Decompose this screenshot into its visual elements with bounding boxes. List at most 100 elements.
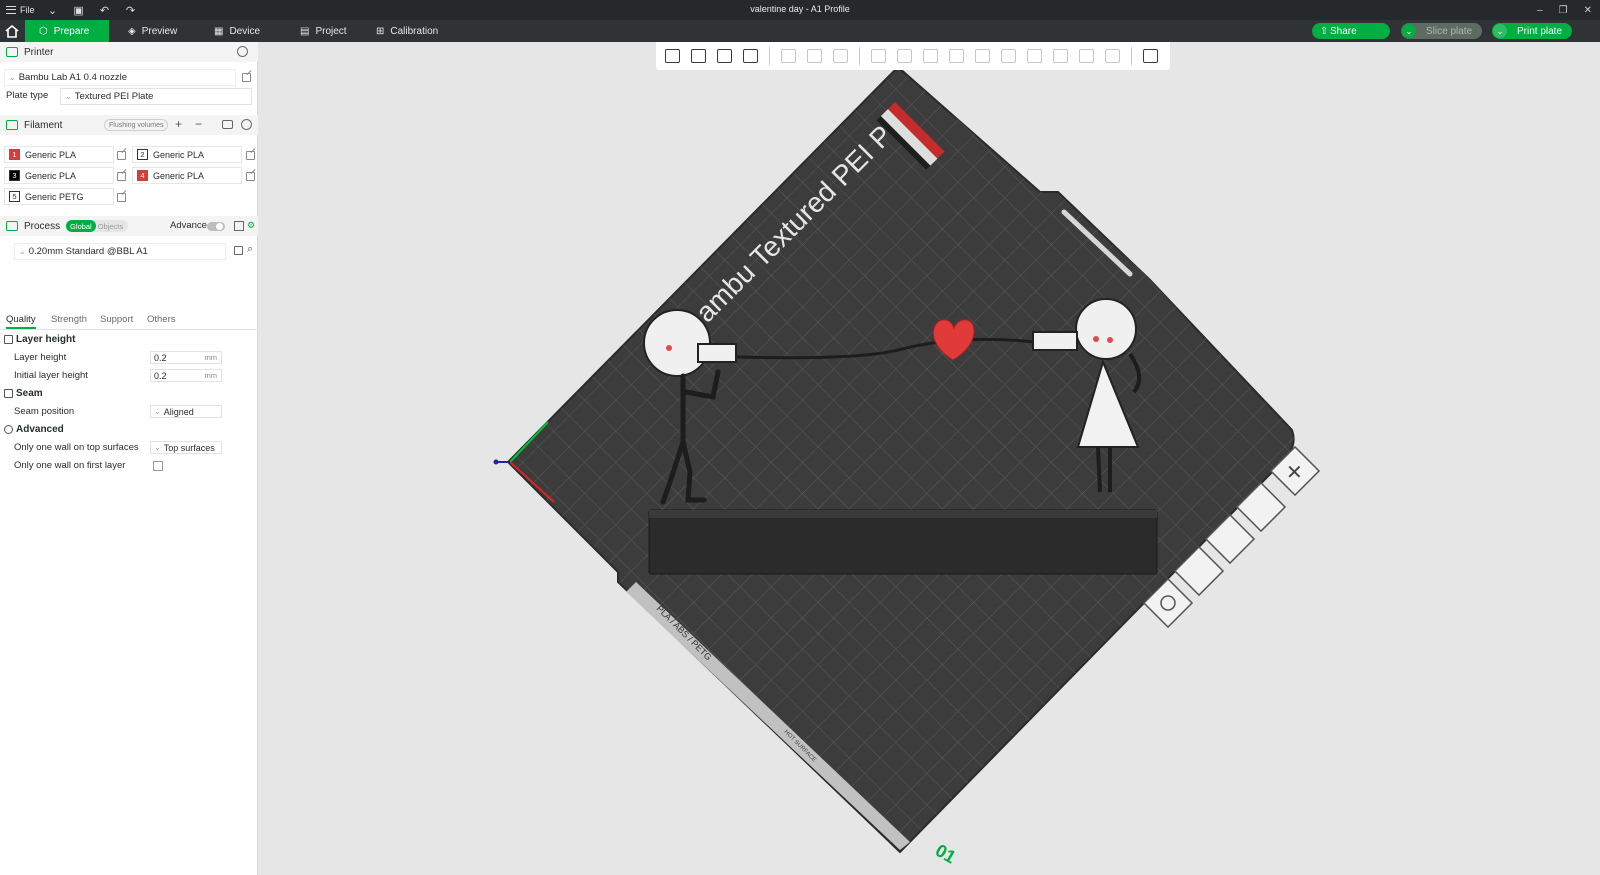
text-icon — [1079, 49, 1094, 63]
edit-icon[interactable] — [117, 151, 126, 160]
arrange-all-button[interactable] — [740, 46, 761, 67]
add-object-button[interactable] — [662, 46, 683, 67]
settings-sidebar: Printer ⌄ Bambu Lab A1 0.4 nozzle Plate … — [0, 42, 258, 875]
share-button[interactable]: ⇧ Share — [1312, 23, 1390, 39]
edit-icon[interactable] — [246, 151, 255, 160]
text-button[interactable] — [1076, 46, 1097, 67]
color-paint-button[interactable] — [1102, 46, 1123, 67]
tab-project[interactable]: ▤ Project — [286, 20, 361, 42]
scale-button[interactable] — [920, 46, 941, 67]
list-view-icon[interactable] — [234, 221, 244, 231]
one-wall-top-select[interactable]: ⌄ Top surfaces — [150, 441, 222, 454]
filament-section-header: Filament Flushing volumes + − — [0, 115, 258, 135]
subtab-strength[interactable]: Strength — [51, 314, 87, 325]
add-plate-button[interactable] — [688, 46, 709, 67]
gear-icon[interactable] — [237, 46, 248, 57]
assembly-view-button[interactable] — [1140, 46, 1161, 67]
seam-paint-button[interactable] — [1050, 46, 1071, 67]
chevron-down-icon: ⌄ — [65, 92, 72, 101]
subtab-quality[interactable]: Quality — [6, 314, 36, 329]
split-button[interactable] — [830, 46, 851, 67]
toolbar-divider — [859, 47, 860, 65]
option-label: Initial layer height — [14, 370, 88, 381]
model-base[interactable] — [648, 509, 1158, 575]
filament-slot-4[interactable]: 4 Generic PLA — [132, 167, 242, 184]
orient-icon — [717, 49, 732, 63]
subtab-others[interactable]: Others — [147, 314, 176, 325]
maximize-icon[interactable]: ❐ — [1559, 5, 1568, 16]
edit-icon[interactable] — [246, 172, 255, 181]
process-preset-select[interactable]: ⌄ 0.20mm Standard @BBL A1 — [14, 243, 226, 260]
filament-slot-5[interactable]: 5 Generic PETG — [4, 188, 114, 205]
edit-icon[interactable] — [117, 193, 126, 202]
add-icon[interactable]: + — [175, 117, 182, 131]
build-plate-scene[interactable]: Bambu Textured PEI P PLA / ABS / PETG HO… — [258, 42, 1600, 875]
copy-button[interactable] — [778, 46, 799, 67]
tab-preview[interactable]: ◈ Preview — [114, 20, 191, 42]
filament-slot-1[interactable]: 1 Generic PLA — [4, 146, 114, 163]
advance-toggle[interactable] — [207, 222, 225, 231]
group-title: Seam — [16, 388, 43, 399]
one-wall-first-checkbox[interactable] — [153, 461, 163, 471]
tab-calibration-label: Calibration — [390, 25, 439, 37]
edit-icon[interactable] — [117, 172, 126, 181]
rotate-button[interactable] — [894, 46, 915, 67]
layer-height-group: Layer height — [4, 334, 75, 345]
document-icon: ▤ — [300, 25, 310, 37]
minimize-icon[interactable]: – — [1537, 5, 1543, 16]
mesh-boolean-button[interactable] — [998, 46, 1019, 67]
chevron-down-icon: ⌄ — [154, 407, 161, 416]
seam-position-select[interactable]: ⌄ Aligned — [150, 405, 222, 418]
initial-layer-height-input[interactable]: 0.2 mm — [150, 369, 222, 382]
seam-paint-icon — [1053, 49, 1068, 63]
slice-plate-button[interactable]: ⌄ Slice plate — [1401, 23, 1482, 39]
auto-orient-button[interactable] — [714, 46, 735, 67]
move-button[interactable] — [868, 46, 889, 67]
tab-calibration[interactable]: ⊞ Calibration — [362, 20, 452, 42]
chevron-down-icon[interactable]: ⌄ — [1402, 24, 1416, 38]
chevron-down-icon: ⌄ — [154, 443, 161, 452]
support-paint-icon — [1027, 49, 1042, 63]
printer-preset-select[interactable]: ⌄ Bambu Lab A1 0.4 nozzle — [4, 69, 236, 86]
upload-icon: ⇧ — [1320, 25, 1329, 37]
input-value: 0.2 — [154, 370, 167, 381]
subtab-support[interactable]: Support — [100, 314, 133, 325]
advance-label: Advance — [170, 220, 207, 231]
layer-height-input[interactable]: 0.2 mm — [150, 351, 222, 364]
gear-icon[interactable] — [241, 119, 252, 130]
global-objects-toggle[interactable]: Global Objects — [66, 220, 128, 232]
search-icon[interactable]: ⌕ — [247, 243, 253, 256]
tab-device[interactable]: ▦ Device — [200, 20, 274, 42]
home-button[interactable] — [0, 20, 24, 42]
toggle-objects[interactable]: Objects — [96, 220, 125, 232]
filament-icon — [6, 120, 18, 130]
filament-slot-3[interactable]: 3 Generic PLA — [4, 167, 114, 184]
support-paint-button[interactable] — [1024, 46, 1045, 67]
printer-section-header: Printer — [0, 42, 258, 62]
option-label: Only one wall on first layer — [14, 460, 126, 471]
paste-button[interactable] — [804, 46, 825, 67]
toggle-global[interactable]: Global — [66, 220, 96, 232]
edit-icon[interactable] — [242, 73, 251, 82]
cut-button[interactable] — [972, 46, 993, 67]
3d-viewport[interactable]: Bambu Textured PEI P PLA / ABS / PETG HO… — [258, 42, 1600, 875]
plate-type-label: Plate type — [6, 90, 49, 101]
process-preset-value: 0.20mm Standard @BBL A1 — [28, 246, 148, 257]
chevron-down-icon[interactable]: ⌄ — [1493, 24, 1507, 38]
flushing-volumes-button[interactable]: Flushing volumes — [104, 119, 169, 131]
tab-prepare[interactable]: ⬡ Prepare — [25, 20, 109, 42]
save-preset-icon[interactable] — [234, 246, 243, 255]
chevron-down-icon: ⌄ — [9, 73, 16, 82]
cut-icon — [975, 49, 990, 63]
lay-on-face-button[interactable] — [946, 46, 967, 67]
compare-icon[interactable]: ⚙ — [247, 220, 255, 231]
sync-icon[interactable] — [222, 120, 233, 129]
process-section-title: Process — [24, 220, 61, 232]
tab-preview-label: Preview — [141, 25, 178, 37]
select-value: Top surfaces — [163, 442, 215, 453]
remove-icon[interactable]: − — [195, 117, 202, 131]
print-plate-button[interactable]: ⌄ Print plate — [1492, 23, 1572, 39]
plate-type-select[interactable]: ⌄ Textured PEI Plate — [60, 88, 252, 105]
close-icon[interactable]: ✕ — [1584, 5, 1592, 16]
filament-slot-2[interactable]: 2 Generic PLA — [132, 146, 242, 163]
